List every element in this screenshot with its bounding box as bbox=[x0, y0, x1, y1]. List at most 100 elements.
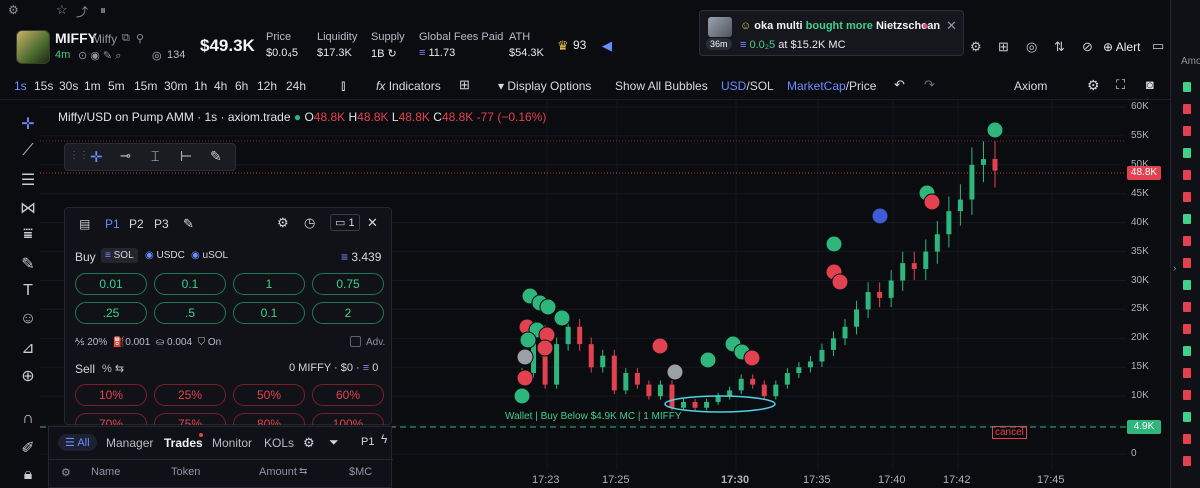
buy-amount-button[interactable]: .25 bbox=[75, 302, 147, 324]
settings-icon[interactable]: ⚙ bbox=[277, 215, 289, 231]
zoom-icon[interactable]: ⊕ bbox=[16, 366, 40, 386]
interval-1h[interactable]: 1h bbox=[194, 79, 207, 93]
wallet-icon[interactable]: ▤ bbox=[79, 217, 90, 231]
sell-amount-button[interactable]: 10% bbox=[75, 384, 147, 406]
tab-kols[interactable]: KOLs bbox=[264, 436, 294, 450]
token-avatar[interactable] bbox=[16, 30, 50, 64]
trade-notification[interactable]: 36m ☺ oka multi bought more Nietzschean … bbox=[699, 10, 964, 56]
trendline-icon[interactable]: ⟋ bbox=[16, 142, 40, 160]
mode-toggle[interactable]: MarketCap/Price bbox=[787, 79, 876, 93]
filter-icon[interactable]: ⏷ bbox=[329, 435, 339, 450]
tab-manager[interactable]: Manager bbox=[106, 436, 153, 450]
interval-15m[interactable]: 15m bbox=[134, 79, 157, 93]
tab-p3[interactable]: P3 bbox=[154, 217, 169, 231]
settings-icon[interactable]: ⚙ bbox=[303, 435, 315, 451]
copy-icon[interactable]: ⧉ bbox=[122, 32, 130, 45]
timer-icon[interactable]: ◷ bbox=[304, 215, 315, 231]
grid-icon[interactable]: ⊞ bbox=[459, 77, 470, 93]
fullscreen-icon[interactable]: ⛶ bbox=[1116, 77, 1125, 93]
interval-24h[interactable]: 24h bbox=[286, 79, 306, 93]
swap-icon[interactable]: ⇅ bbox=[1054, 39, 1065, 55]
edit-icon[interactable]: ✎ bbox=[183, 216, 194, 232]
mute-icon[interactable]: ⊘ bbox=[1082, 39, 1093, 55]
brush-icon[interactable]: ✎ bbox=[16, 254, 40, 274]
buy-amount-button[interactable]: 0.75 bbox=[312, 273, 384, 295]
buy-amount-button[interactable]: 0.1 bbox=[154, 273, 226, 295]
star-icon[interactable]: ☆ bbox=[56, 2, 68, 18]
currency-usol[interactable]: ◉ uSOL bbox=[191, 250, 228, 261]
pattern-icon[interactable]: ⋈ bbox=[16, 198, 40, 218]
share-icon[interactable]: ⚲ bbox=[136, 32, 144, 45]
sell-amount-button[interactable]: 50% bbox=[233, 384, 305, 406]
buy-amount-button[interactable]: 0.01 bbox=[75, 273, 147, 295]
currency-usdc[interactable]: ◉ USDC bbox=[145, 250, 185, 261]
tab-p2[interactable]: P2 bbox=[129, 217, 144, 231]
sell-amount-button[interactable]: 80% bbox=[233, 413, 305, 425]
tab-all[interactable]: ☰ All bbox=[58, 434, 97, 451]
layout-toggle-icon[interactable]: ▭ bbox=[1152, 38, 1164, 54]
indicators-button[interactable]: fx Indicators bbox=[376, 79, 441, 93]
fib-icon[interactable]: ⩸ bbox=[16, 226, 40, 244]
currency-toggle[interactable]: USD/SOL bbox=[721, 79, 774, 93]
settings-icon[interactable]: ⚙ bbox=[1087, 77, 1100, 94]
settings-icon[interactable]: ⚙ bbox=[8, 3, 19, 17]
sell-amount-button[interactable]: 75% bbox=[154, 413, 226, 425]
buy-amount-button[interactable]: 0.1 bbox=[233, 302, 305, 324]
sell-amount-button[interactable]: 100% bbox=[312, 413, 384, 425]
drag-handle-icon[interactable]: ⋮⋮ bbox=[69, 150, 89, 161]
sell-amount-button[interactable]: 70% bbox=[75, 413, 147, 425]
currency-sol[interactable]: ≡ SOL bbox=[101, 248, 138, 263]
gear-icon[interactable]: ⚙ bbox=[970, 39, 982, 55]
cancel-order-button[interactable]: cancel bbox=[992, 426, 1027, 439]
pause-icon[interactable]: ⏸ bbox=[100, 3, 106, 18]
interval-1s[interactable]: 1s bbox=[14, 79, 27, 93]
alert-button[interactable]: ⊕ Alert bbox=[1103, 40, 1140, 54]
lightning-icon[interactable]: ϟ bbox=[381, 432, 387, 446]
pin-icon[interactable]: ● bbox=[922, 20, 929, 32]
interval-12h[interactable]: 12h bbox=[257, 79, 277, 93]
interval-5m[interactable]: 5m bbox=[108, 79, 125, 93]
interval-30m[interactable]: 30m bbox=[164, 79, 187, 93]
close-icon[interactable]: ✕ bbox=[367, 215, 378, 231]
platform-select[interactable]: Axiom bbox=[1014, 79, 1047, 93]
buy-settings[interactable]: ⅍ 20% ⛽0.001 ⛀ 0.004 ⛉ On bbox=[75, 337, 221, 348]
range-icon[interactable]: ⊢ bbox=[180, 148, 192, 165]
show-bubbles-button[interactable]: Show All Bubbles bbox=[615, 79, 708, 93]
interval-6h[interactable]: 6h bbox=[235, 79, 248, 93]
crosshair-icon[interactable]: ✛ bbox=[16, 114, 40, 134]
brush-icon[interactable]: ✎ bbox=[210, 148, 222, 165]
tab-p1[interactable]: P1 bbox=[105, 217, 120, 231]
vertical-line-icon[interactable]: ⌶ bbox=[151, 148, 159, 165]
crosshair-icon[interactable]: ✛ bbox=[90, 148, 103, 166]
tab-monitor[interactable]: Monitor bbox=[212, 436, 252, 450]
interval-15s[interactable]: 15s bbox=[34, 79, 53, 93]
interval-30s[interactable]: 30s bbox=[59, 79, 78, 93]
buy-amount-button[interactable]: 2 bbox=[312, 302, 384, 324]
sell-pct-toggle[interactable]: % ⇆ bbox=[102, 362, 124, 375]
buy-amount-button[interactable]: 1 bbox=[233, 273, 305, 295]
preset-label[interactable]: P1 bbox=[361, 436, 374, 448]
layout-icon[interactable]: ⊞ bbox=[998, 39, 1009, 55]
display-options-button[interactable]: ▾ Display Options bbox=[498, 79, 591, 93]
pencil-lock-icon[interactable]: ✐ bbox=[16, 438, 40, 458]
horizontal-lines-icon[interactable]: ☰ bbox=[16, 170, 40, 190]
interval-4h[interactable]: 4h bbox=[214, 79, 227, 93]
interval-1m[interactable]: 1m bbox=[84, 79, 101, 93]
expand-icon[interactable]: › bbox=[1173, 263, 1176, 274]
adv-checkbox[interactable] bbox=[350, 336, 361, 347]
candle-type-icon[interactable]: ⫾ bbox=[341, 77, 345, 94]
horizontal-line-icon[interactable]: ⊸ bbox=[120, 148, 131, 164]
megaphone-icon[interactable]: ◀ bbox=[602, 38, 612, 54]
sell-amount-button[interactable]: 60% bbox=[312, 384, 384, 406]
settings-icon[interactable]: ⚙ bbox=[61, 466, 71, 479]
undo-icon[interactable]: ↶ bbox=[894, 77, 905, 93]
sell-amount-button[interactable]: 25% bbox=[154, 384, 226, 406]
chart-icon[interactable]: ⤴ bbox=[76, 3, 88, 20]
close-icon[interactable]: ✕ bbox=[946, 18, 957, 34]
camera-icon[interactable]: ◙ bbox=[1146, 77, 1154, 92]
text-icon[interactable]: T bbox=[16, 282, 40, 300]
wallet-count[interactable]: ▭ 1 bbox=[330, 214, 360, 231]
redo-icon[interactable]: ↷ bbox=[924, 77, 935, 93]
buy-amount-button[interactable]: .5 bbox=[154, 302, 226, 324]
coin-icon[interactable]: ◎ bbox=[1026, 39, 1037, 55]
